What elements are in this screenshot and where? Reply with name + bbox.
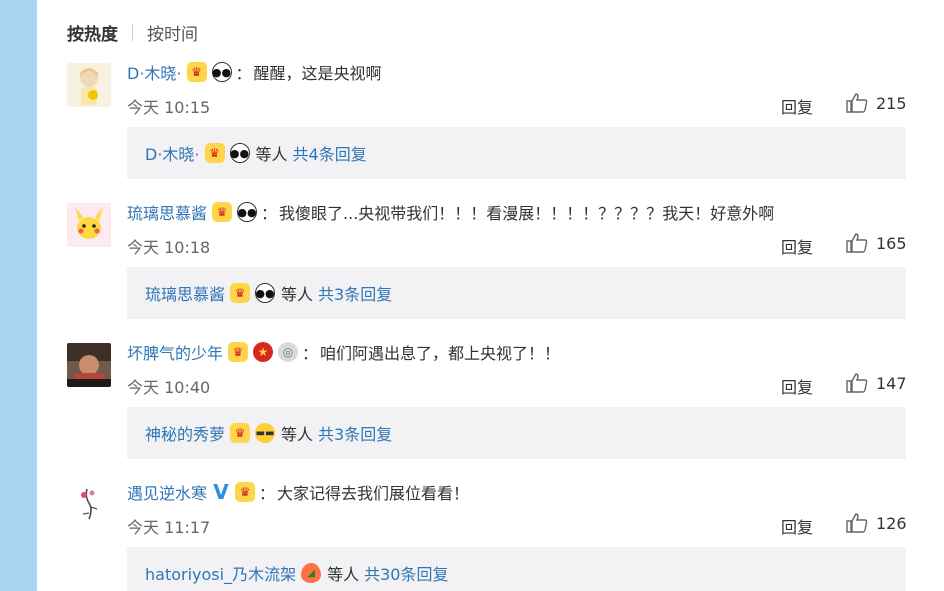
comment-item: D·木晓· ♛ ●● ： 醒醒，这是央视啊 今天 10:15 回复 215 D·… [37,60,944,200]
reply-button[interactable]: 回复 [781,94,813,118]
like-count: 147 [876,373,907,393]
vip-badge-icon[interactable]: ♛ [230,283,251,303]
sub-reply-username[interactable]: 琉璃思慕酱 [145,281,225,305]
comment-time: 今天 10:15 [127,98,211,117]
left-background [0,0,37,591]
sub-reply-box[interactable]: 神秘的秀萝 ♛ ▬▬ 等人 共3条回复 [127,407,906,459]
comment-item: 坏脾气的少年 ♛ ★ ◎ ： 咱们阿遇出息了，都上央视了！！ 今天 10:40 … [37,340,944,480]
star-badge-icon[interactable]: ★ [253,342,274,362]
reply-button[interactable]: 回复 [781,234,813,258]
vip-badge-icon[interactable]: ♛ [212,202,233,222]
comment-panel: 按热度 按时间 D·木晓· ♛ ●● ： 醒醒，这是央视啊 今天 10:15 回… [37,0,944,591]
sub-reply-etc: 等人 [281,285,314,304]
avatar[interactable] [67,63,111,107]
comment-item: 琉璃思慕酱 ♛ ●● ： 我傻眼了...央视带我们！！！看漫展！！！！？？？？我… [37,200,944,340]
sub-reply-etc: 等人 [255,145,288,164]
like-count: 215 [876,93,907,113]
colon: ： [259,484,276,503]
vip-badge-icon[interactable]: ♛ [228,342,249,362]
like-button[interactable]: 215 [846,92,907,114]
avatar[interactable] [67,483,111,527]
colon: ： [261,204,278,223]
sub-reply-etc: 等人 [327,565,360,584]
comment-username[interactable]: 坏脾气的少年 [127,340,223,364]
comment-time: 今天 10:40 [127,378,211,397]
comment-username[interactable]: D·木晓· [127,60,182,84]
thumbs-up-icon [846,93,868,113]
thumbs-up-icon [846,373,868,393]
panda-badge-icon[interactable]: ●● [229,143,250,163]
sort-by-time-tab[interactable]: 按时间 [147,20,198,45]
sub-reply-count-link[interactable]: 共30条回复 [364,561,448,585]
sub-reply-username[interactable]: D·木晓· [145,141,200,165]
comment-text-line: D·木晓· ♛ ●● ： 醒醒，这是央视啊 [127,60,382,84]
sub-reply-count-link[interactable]: 共3条回复 [318,281,392,305]
sub-reply-username[interactable]: hatoriyosi_乃木流架 [145,561,296,585]
reply-button[interactable]: 回复 [781,514,813,538]
sort-bar: 按热度 按时间 [67,20,198,45]
sub-reply-box[interactable]: hatoriyosi_乃木流架 ◢ 等人 共30条回复 [127,547,906,591]
vip-badge-icon[interactable]: ♛ [235,482,256,502]
comment-item: 遇见逆水寒 V ♛ ： 大家记得去我们展位看看！ 今天 11:17 回复 126… [37,480,944,591]
comment-content: 醒醒，这是央视啊 [253,64,382,83]
watermelon-badge-icon[interactable]: ◢ [301,563,322,583]
sub-reply-username[interactable]: 神秘的秀萝 [145,421,225,445]
like-button[interactable]: 165 [846,232,907,254]
vip-badge-icon[interactable]: ♛ [230,423,251,443]
sunglasses-face-icon[interactable]: ▬▬ [255,423,276,443]
comment-text-line: 琉璃思慕酱 ♛ ●● ： 我傻眼了...央视带我们！！！看漫展！！！！？？？？我… [127,200,774,224]
comment-text-line: 遇见逆水寒 V ♛ ： 大家记得去我们展位看看！ [127,480,469,504]
avatar[interactable] [67,203,111,247]
colon: ： [235,64,252,83]
sub-reply-box[interactable]: D·木晓· ♛ ●● 等人 共4条回复 [127,127,906,179]
colon: ： [302,344,319,363]
panda-badge-icon[interactable]: ●● [255,283,276,303]
vip-badge-icon[interactable]: ♛ [204,143,225,163]
panda-badge-icon[interactable]: ●● [211,62,232,82]
sub-reply-count-link[interactable]: 共3条回复 [318,421,392,445]
like-count: 126 [876,513,907,533]
like-count: 165 [876,233,907,253]
verified-v-icon[interactable]: V [212,480,230,504]
sort-divider [132,23,133,41]
vip-badge-icon[interactable]: ♛ [186,62,207,82]
comment-username[interactable]: 琉璃思慕酱 [127,200,207,224]
sub-reply-count-link[interactable]: 共4条回复 [293,141,367,165]
comment-content: 我傻眼了...央视带我们！！！看漫展！！！！？？？？我天！好意外啊 [279,204,775,223]
avatar[interactable] [67,343,111,387]
comment-time: 今天 10:18 [127,238,211,257]
sub-reply-box[interactable]: 琉璃思慕酱 ♛ ●● 等人 共3条回复 [127,267,906,319]
comment-text-line: 坏脾气的少年 ♛ ★ ◎ ： 咱们阿遇出息了，都上央视了！！ [127,340,560,364]
reply-button[interactable]: 回复 [781,374,813,398]
thumbs-up-icon [846,233,868,253]
medal-badge-icon[interactable]: ◎ [278,342,299,362]
comment-username[interactable]: 遇见逆水寒 [127,480,207,504]
thumbs-up-icon [846,513,868,533]
panda-badge-icon[interactable]: ●● [237,202,258,222]
like-button[interactable]: 126 [846,512,907,534]
like-button[interactable]: 147 [846,372,907,394]
comment-content: 大家记得去我们展位看看！ [277,484,470,503]
sub-reply-etc: 等人 [281,425,314,444]
comment-time: 今天 11:17 [127,518,211,537]
sort-by-hot-tab[interactable]: 按热度 [67,20,118,45]
comment-content: 咱们阿遇出息了，都上央视了！！ [320,344,561,363]
